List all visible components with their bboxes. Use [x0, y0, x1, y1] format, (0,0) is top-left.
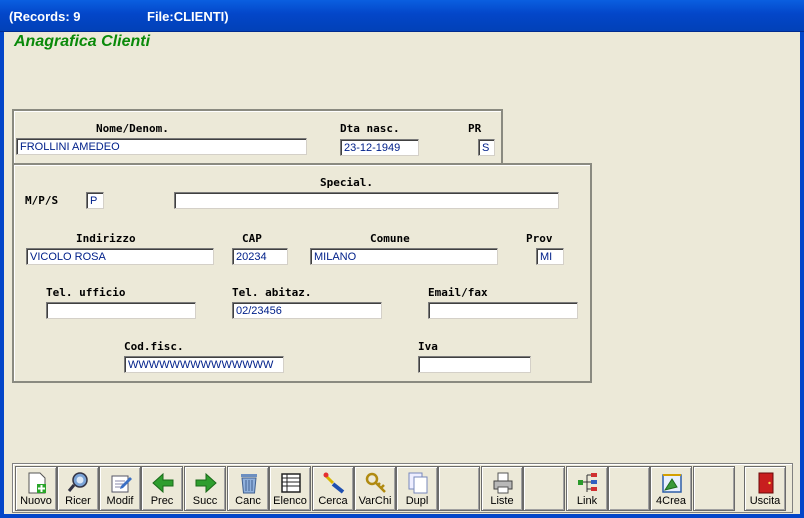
- modif-button[interactable]: Modif: [99, 466, 141, 511]
- nuovo-button[interactable]: Nuovo: [15, 466, 57, 511]
- nome-label: Nome/Denom.: [96, 122, 169, 135]
- dta-nasc-field[interactable]: 23-12-1949: [340, 139, 419, 156]
- varchi-button[interactable]: VarChi: [354, 466, 396, 511]
- tel-abitaz-label: Tel. abitaz.: [232, 286, 312, 299]
- pr-label: PR: [468, 122, 482, 135]
- tel-ufficio-label: Tel. ufficio: [46, 286, 126, 299]
- printer-icon: [493, 472, 513, 494]
- arrow-left-icon: [152, 472, 174, 494]
- records-count: (Records: 9: [9, 9, 81, 24]
- iva-field[interactable]: [418, 356, 531, 373]
- exit-door-icon: [758, 472, 774, 494]
- new-document-icon: [28, 472, 46, 494]
- liste-button[interactable]: Liste: [481, 466, 523, 511]
- keys-icon: [365, 472, 386, 493]
- modif-label: Modif: [106, 495, 134, 507]
- arrow-right-icon: [195, 472, 217, 494]
- succ-label: Succ: [192, 495, 218, 507]
- succ-button[interactable]: Succ: [184, 466, 226, 511]
- canc-button[interactable]: Canc: [227, 466, 269, 511]
- comune-label: Comune: [370, 232, 410, 245]
- file-name: File:CLIENTI): [147, 9, 229, 24]
- cap-field[interactable]: 20234: [232, 248, 288, 265]
- uscita-button[interactable]: Uscita: [744, 466, 786, 511]
- email-field[interactable]: [428, 302, 578, 319]
- mps-field[interactable]: P: [86, 192, 104, 209]
- ricer-button[interactable]: Ricer: [57, 466, 99, 511]
- prec-label: Prec: [150, 495, 174, 507]
- link-label: Link: [576, 495, 598, 507]
- dta-nasc-label: Dta nasc.: [340, 122, 400, 135]
- cerca-label: Cerca: [318, 495, 348, 507]
- tel-ufficio-field[interactable]: [46, 302, 196, 319]
- prov-label: Prov: [526, 232, 553, 245]
- canc-label: Canc: [235, 495, 261, 507]
- pr-field[interactable]: S: [478, 139, 495, 156]
- empty-button-2[interactable]: [523, 466, 565, 511]
- empty-button-3[interactable]: [608, 466, 650, 511]
- window-titlebar: (Records: 9 File:CLIENTI): [0, 0, 804, 32]
- tel-abitaz-field[interactable]: 02/23456: [232, 302, 382, 319]
- link-button[interactable]: Link: [566, 466, 608, 511]
- codfisc-field[interactable]: WWWWWWWWWWWWWW: [124, 356, 284, 373]
- window-frame-left: [0, 32, 4, 518]
- trash-icon: [241, 474, 257, 494]
- cerca-button[interactable]: Cerca: [312, 466, 354, 511]
- iva-label: Iva: [418, 340, 438, 353]
- email-label: Email/fax: [428, 286, 488, 299]
- window-frame-right: [800, 32, 804, 518]
- prov-field[interactable]: MI: [536, 248, 564, 265]
- link-tree-icon: [578, 473, 597, 492]
- nome-field[interactable]: FROLLINI AMEDEO: [16, 138, 307, 155]
- liste-label: Liste: [490, 495, 514, 507]
- list-icon: [281, 473, 301, 493]
- special-field[interactable]: [174, 192, 559, 209]
- varchi-label: VarChi: [358, 495, 392, 507]
- indirizzo-field[interactable]: VICOLO ROSA: [26, 248, 214, 265]
- search-binoculars-icon: [67, 472, 88, 492]
- elenco-label: Elenco: [273, 495, 307, 507]
- dupl-button[interactable]: Dupl: [396, 466, 438, 511]
- indirizzo-label: Indirizzo: [76, 232, 136, 245]
- duplicate-icon: [408, 472, 428, 494]
- name-panel: [12, 109, 503, 165]
- dupl-label: Dupl: [405, 495, 429, 507]
- crea-button[interactable]: 4Crea: [650, 466, 692, 511]
- crea-label: 4Crea: [656, 495, 686, 507]
- elenco-button[interactable]: Elenco: [269, 466, 311, 511]
- nuovo-label: Nuovo: [20, 495, 52, 507]
- uscita-label: Uscita: [749, 495, 781, 507]
- comune-field[interactable]: MILANO: [310, 248, 498, 265]
- window-frame-bottom: [0, 514, 804, 518]
- form-title: Anagrafica Clienti: [14, 33, 151, 50]
- ricer-label: Ricer: [65, 495, 91, 507]
- find-icon: [323, 472, 345, 494]
- empty-button-1[interactable]: [438, 466, 480, 511]
- special-label: Special.: [320, 176, 373, 189]
- edit-icon: [111, 475, 132, 493]
- prec-button[interactable]: Prec: [141, 466, 183, 511]
- empty-button-4[interactable]: [693, 466, 735, 511]
- create-icon: [662, 474, 682, 493]
- cap-label: CAP: [242, 232, 262, 245]
- mps-label: M/P/S: [25, 194, 59, 207]
- codfisc-label: Cod.fisc.: [124, 340, 184, 353]
